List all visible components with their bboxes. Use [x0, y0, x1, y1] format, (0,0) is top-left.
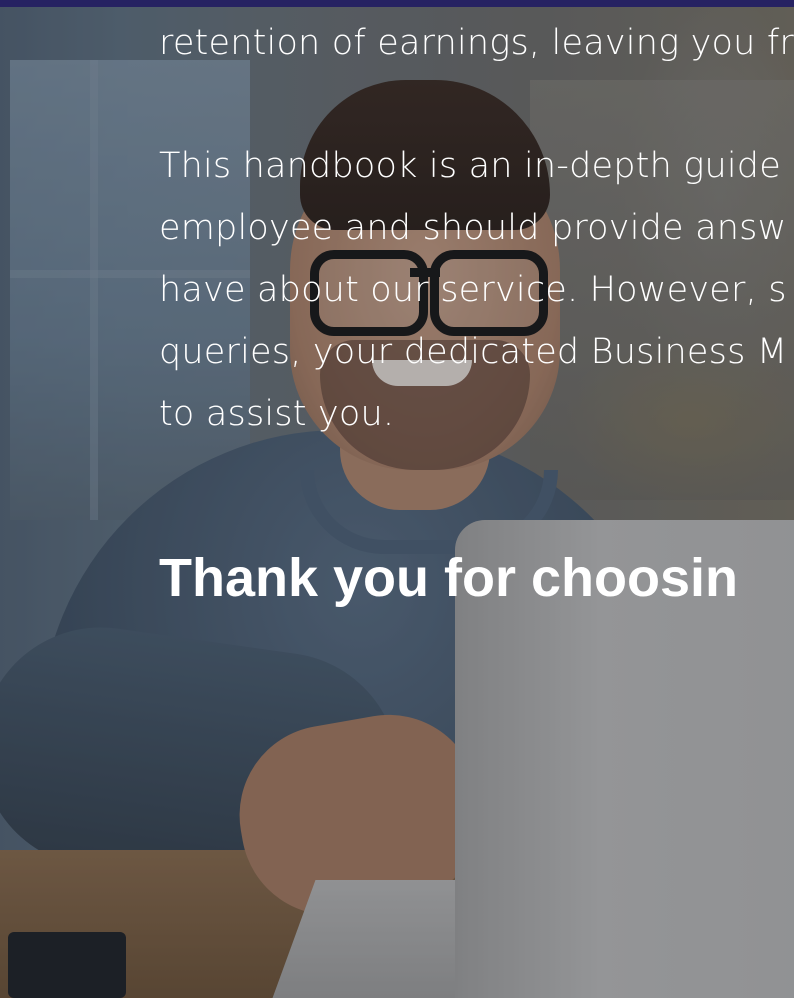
paragraph-handbook: This handbook is an in-depth guide emplo… — [159, 135, 787, 445]
thank-you-heading: Thank you for choosin — [159, 548, 739, 608]
page: retention of earnings, leaving you fr Th… — [0, 0, 794, 998]
paragraph-line: employee and should provide answ — [159, 208, 787, 248]
paragraph-line: retention of earnings, leaving you fr — [159, 23, 794, 63]
paragraph-line: have about our service. However, s — [159, 270, 787, 310]
top-bar — [0, 0, 794, 7]
paragraph-line: queries, your dedicated Business M — [159, 332, 788, 372]
paragraph-retention: retention of earnings, leaving you fr — [159, 12, 794, 74]
paragraph-line: This handbook is an in-depth guide — [159, 146, 781, 186]
paragraph-line: to assist you. — [159, 394, 395, 434]
